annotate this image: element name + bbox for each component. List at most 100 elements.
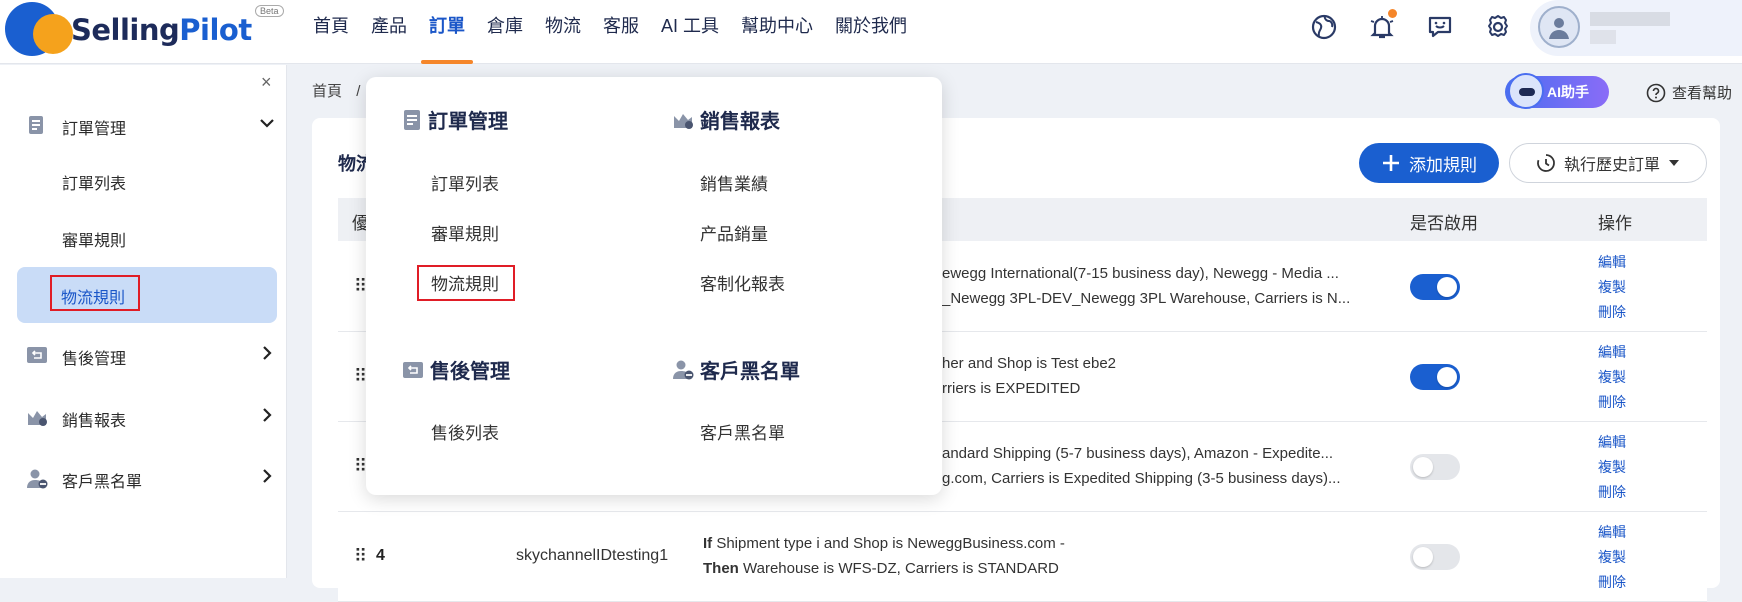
sales-report-chart-icon [26,407,48,432]
edit-link[interactable]: 編輯 [1598,520,1626,545]
sidebar-group-after-sales[interactable]: 售後管理 [0,335,287,375]
rule-condition: her and Shop is Test ebe2 [942,355,1117,372]
chevron-right-icon [258,344,276,367]
delete-link[interactable]: 刪除 [1598,480,1626,505]
sidebar-group-blacklist[interactable]: 客戶黑名單 [0,458,287,498]
globe-icon[interactable] [1305,8,1343,46]
after-sales-box-icon [403,361,423,378]
nav-ai-tools[interactable]: AI 工具 [650,0,730,64]
logo-text: SellingPilot [71,13,252,47]
close-sidebar-icon[interactable]: × [261,72,272,93]
sidebar-group-label: 訂單管理 [62,121,127,138]
help-circle-icon [1646,83,1666,102]
top-bar: SellingPilot Beta 首頁 產品 訂單 倉庫 物流 客服 AI 工… [0,0,1742,64]
history-label: 執行歷史訂單 [1563,157,1660,174]
menu-item-product-sales[interactable]: 产品銷量 [700,220,768,245]
delete-link[interactable]: 刪除 [1598,390,1626,415]
blacklist-user-icon [673,360,694,379]
ai-assistant-label: AI助手 [1547,84,1589,100]
edit-link[interactable]: 編輯 [1598,430,1626,455]
order-document-icon [26,115,46,140]
logo[interactable]: SellingPilot Beta [5,2,284,58]
after-sales-box-icon [26,345,48,370]
plus-icon [1383,155,1399,171]
menu-item-sales-performance[interactable]: 銷售業績 [700,170,768,195]
nav-about-us[interactable]: 關於我們 [824,0,918,64]
settings-gear-icon[interactable] [1479,8,1517,46]
blacklist-user-icon [26,468,48,495]
user-menu[interactable] [1530,0,1742,56]
menu-item-order-list[interactable]: 訂單列表 [431,170,499,195]
history-clock-icon [1537,154,1555,172]
ai-assistant-button[interactable]: AI助手 [1505,73,1609,109]
rule-condition: ewegg International(7-15 business day), … [942,265,1339,282]
nav-home[interactable]: 首頁 [302,0,360,64]
delete-link[interactable]: 刪除 [1598,570,1626,595]
message-icon[interactable] [1421,8,1459,46]
nav-orders[interactable]: 訂單 [418,0,476,64]
menu-section-blacklist: 客戶黑名單 [672,355,800,384]
order-document-icon [404,109,420,130]
sidebar-group-order-management[interactable]: 訂單管理 [0,105,287,145]
user-role-redacted [1590,30,1616,44]
sidebar-group-label: 銷售報表 [62,413,127,430]
column-actions: 操作 [1598,214,1632,233]
beta-badge: Beta [255,5,284,17]
avatar [1538,6,1580,48]
copy-link[interactable]: 複製 [1598,545,1626,570]
drag-handle-icon[interactable]: ⠿ [354,456,367,477]
chevron-right-icon [258,467,276,490]
breadcrumb: 首頁 / [312,80,360,101]
run-history-orders-button[interactable]: 執行歷史訂單 [1509,143,1707,183]
menu-item-custom-report[interactable]: 客制化報表 [700,270,785,295]
nav-products[interactable]: 產品 [360,0,418,64]
menu-section-sales-report: 銷售報表 [672,105,780,134]
menu-item-after-sales-list[interactable]: 售後列表 [431,419,499,444]
highlight-box [50,275,140,311]
breadcrumb-separator: / [356,83,361,100]
sidebar-item-order-list[interactable]: 訂單列表 [62,170,126,194]
add-rule-button[interactable]: 添加規則 [1359,143,1499,183]
menu-item-review-rules[interactable]: 審單規則 [431,220,499,245]
enabled-toggle[interactable] [1410,274,1460,300]
rule-action: g.com, Carriers is Expedited Shipping (3… [942,470,1341,487]
copy-link[interactable]: 複製 [1598,455,1626,480]
nav-help-center[interactable]: 幫助中心 [730,0,824,64]
highlight-box [417,265,515,301]
rule-action: Then Warehouse is WFS-DZ, Carriers is ST… [703,560,1059,577]
delete-link[interactable]: 刪除 [1598,300,1626,325]
drag-handle-icon[interactable]: ⠿ [354,546,367,567]
chevron-right-icon [258,406,276,429]
rule-name: skychannelIDtesting1 [516,547,669,564]
caret-down-icon [1669,160,1679,166]
help-link[interactable]: 查看幫助 [1646,82,1732,103]
rule-condition: andard Shipping (5-7 business days), Ama… [942,445,1334,462]
sales-report-chart-icon [674,113,693,129]
edit-link[interactable]: 編輯 [1598,340,1626,365]
enabled-toggle[interactable] [1410,544,1460,570]
rule-action: rriers is EXPEDITED [942,380,1081,397]
rule-condition: If Shipment type i and Shop is NeweggBus… [703,535,1065,552]
logo-mark [5,2,73,58]
rule-priority-number: 4 [376,547,385,564]
copy-link[interactable]: 複製 [1598,275,1626,300]
enabled-toggle[interactable] [1410,364,1460,390]
breadcrumb-home[interactable]: 首頁 [312,83,342,100]
nav-warehouse[interactable]: 倉庫 [476,0,534,64]
sidebar-group-label: 售後管理 [62,351,127,368]
help-label: 查看幫助 [1672,85,1733,102]
drag-handle-icon[interactable]: ⠿ [354,276,367,297]
sidebar-item-review-rules[interactable]: 審單規則 [62,227,126,251]
menu-section-order-management: 訂單管理 [402,105,508,134]
rule-action: _Newegg 3PL-DEV_Newegg 3PL Warehouse, Ca… [942,290,1351,307]
nav-customer-service[interactable]: 客服 [592,0,650,64]
menu-item-customer-blacklist[interactable]: 客戶黑名單 [700,419,785,444]
edit-link[interactable]: 編輯 [1598,250,1626,275]
enabled-toggle[interactable] [1410,454,1460,480]
nav-logistics[interactable]: 物流 [534,0,592,64]
sidebar-group-sales-report[interactable]: 銷售報表 [0,397,287,437]
notification-bell-icon[interactable] [1363,8,1401,46]
drag-handle-icon[interactable]: ⠿ [354,366,367,387]
copy-link[interactable]: 複製 [1598,365,1626,390]
sidebar-group-label: 客戶黑名單 [62,474,143,491]
